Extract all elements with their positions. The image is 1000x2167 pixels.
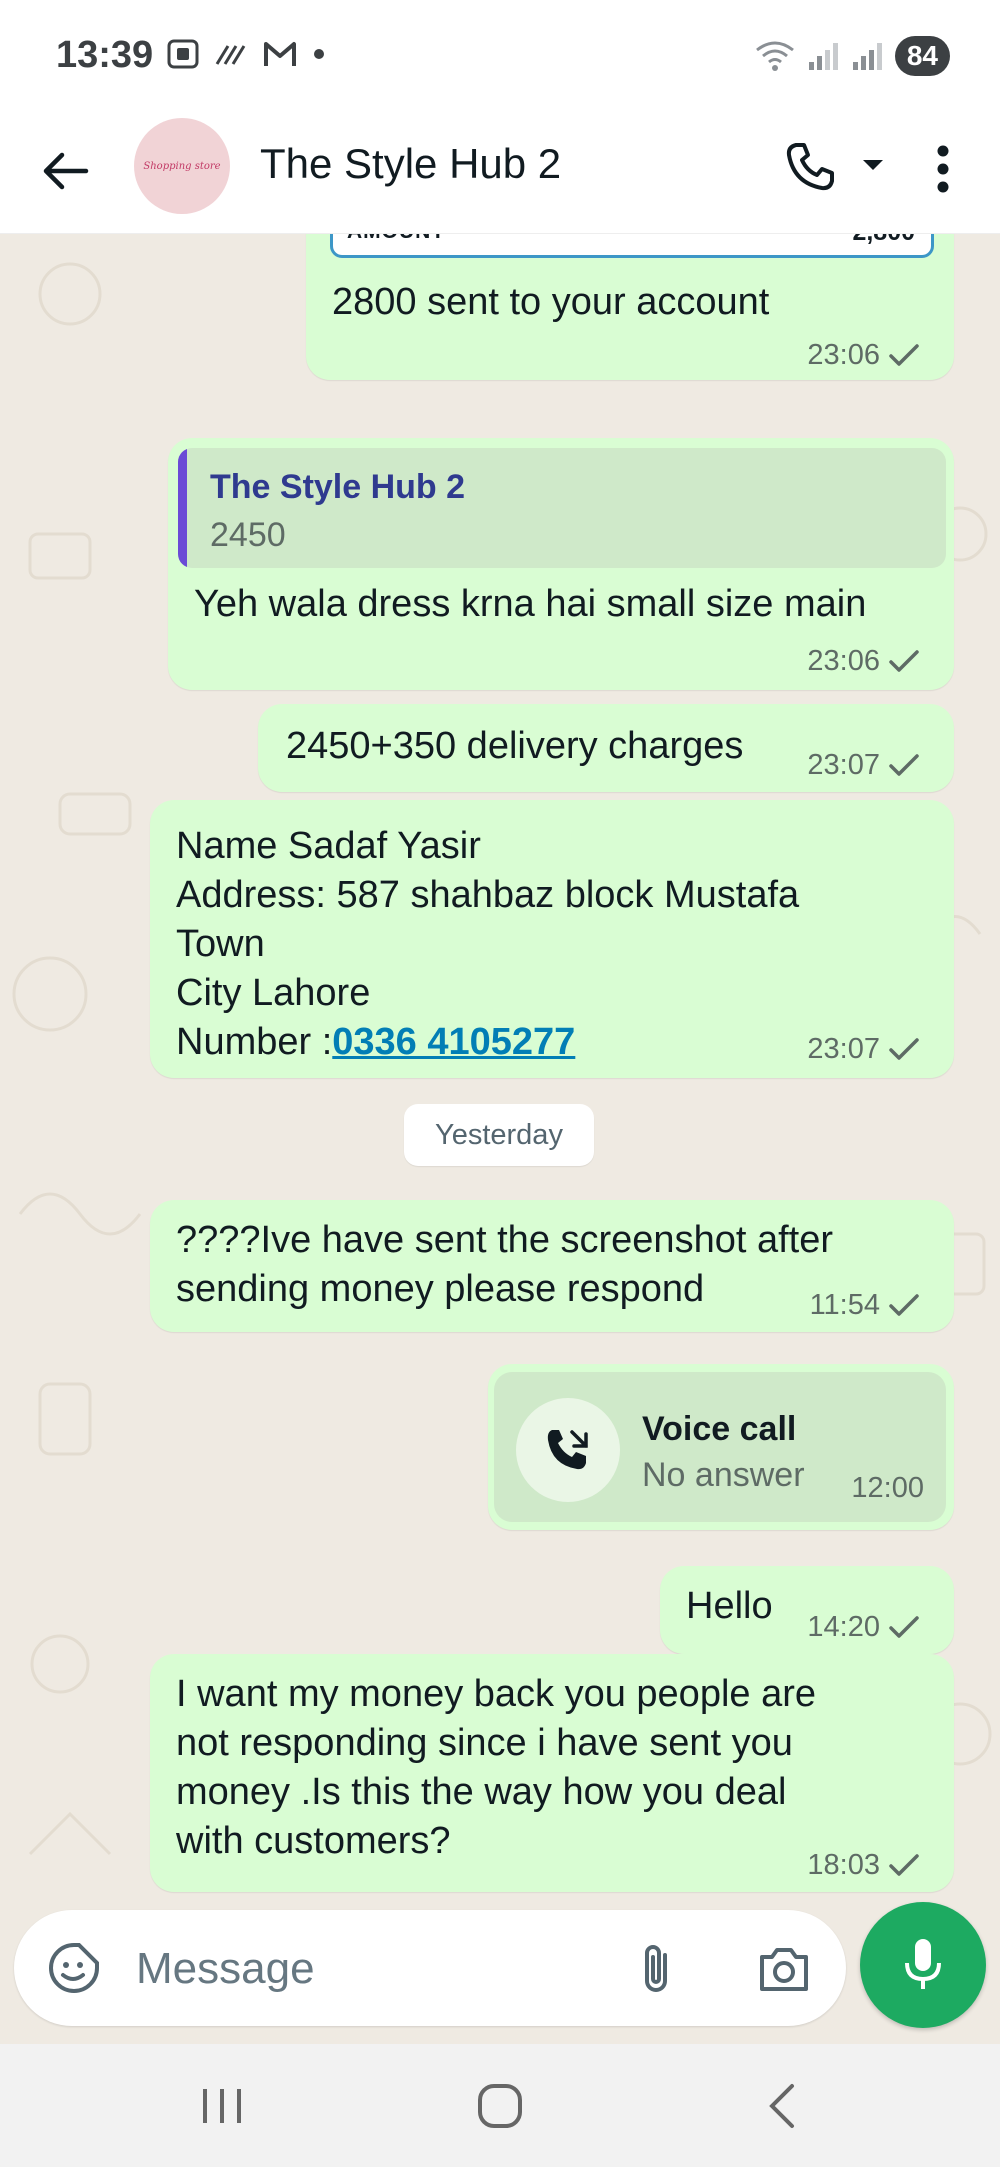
message-text: I want my money back you people are not … bbox=[176, 1673, 817, 1862]
read-check-icon bbox=[889, 1037, 919, 1060]
read-check-icon bbox=[889, 1853, 919, 1876]
date-divider: Yesterday bbox=[404, 1104, 594, 1166]
amount-label: AMOUNT bbox=[347, 234, 445, 244]
status-notification-icons bbox=[166, 38, 326, 70]
back-button[interactable] bbox=[36, 136, 96, 206]
message-input[interactable] bbox=[136, 1938, 616, 2000]
message-meta: 23:06 bbox=[807, 339, 920, 372]
signal-slash-icon bbox=[215, 45, 246, 65]
message-bubble[interactable]: I want my money back you people are not … bbox=[150, 1654, 954, 1892]
message-text: Hello bbox=[686, 1585, 773, 1627]
dropdown-icon bbox=[863, 160, 883, 170]
camera-button[interactable] bbox=[754, 1938, 814, 2000]
home-button[interactable] bbox=[460, 2074, 540, 2138]
recents-button[interactable] bbox=[182, 2074, 262, 2138]
message-meta: 23:07 bbox=[807, 749, 920, 782]
back-icon bbox=[769, 2084, 794, 2128]
wifi-icon bbox=[755, 41, 794, 71]
chat-header: Shopping store The Style Hub 2 bbox=[0, 110, 1000, 234]
system-back-button[interactable] bbox=[742, 2074, 822, 2138]
dot-icon bbox=[314, 49, 324, 59]
message-text: 2800 sent to your account bbox=[332, 281, 770, 323]
contact-avatar[interactable]: Shopping store bbox=[134, 118, 230, 214]
voice-call-card[interactable]: Voice call No answer 12:00 bbox=[494, 1372, 946, 1522]
signal-icon bbox=[852, 43, 882, 70]
message-bubble[interactable]: ????Ive have sent the screenshot after s… bbox=[150, 1200, 954, 1332]
phone-icon bbox=[786, 143, 834, 191]
battery-indicator: 84 bbox=[894, 36, 950, 76]
contact-name[interactable]: The Style Hub 2 bbox=[260, 140, 561, 188]
call-options-dropdown[interactable] bbox=[858, 150, 888, 180]
message-meta: 23:07 bbox=[807, 1033, 920, 1066]
message-text: ????Ive have sent the screenshot after s… bbox=[176, 1219, 833, 1310]
message-meta: 23:06 bbox=[807, 645, 920, 678]
quote-accent-bar bbox=[178, 448, 187, 568]
voice-call-icon-circle bbox=[516, 1398, 620, 1502]
more-vert-icon bbox=[937, 145, 949, 193]
message-bubble-address[interactable]: Name Sadaf Yasir Address: 587 shahbaz bl… bbox=[150, 800, 954, 1078]
message-composer bbox=[14, 1910, 846, 2026]
recents-icon bbox=[203, 2089, 241, 2123]
read-check-icon bbox=[889, 1615, 919, 1638]
camera-icon bbox=[760, 1948, 808, 1991]
message-time: 11:54 bbox=[809, 1289, 880, 1321]
gmail-icon bbox=[264, 42, 296, 66]
message-bubble-reply[interactable]: The Style Hub 2 2450 Yeh wala dress krna… bbox=[168, 438, 954, 690]
amount-card: AMOUNT 2,800 bbox=[330, 234, 934, 258]
message-time: 12:00 bbox=[851, 1472, 924, 1504]
message-text: 2450+350 delivery charges bbox=[286, 725, 744, 767]
chat-area[interactable]: AMOUNT 2,800 2800 sent to your account 2… bbox=[0, 234, 1000, 2044]
message-time: 23:06 bbox=[807, 339, 880, 371]
status-bar: 13:39 84 bbox=[0, 0, 1000, 110]
message-time: 23:06 bbox=[807, 645, 880, 677]
voice-call-status: No answer bbox=[642, 1456, 805, 1494]
sticker-button[interactable] bbox=[44, 1938, 104, 1998]
phone-number-link[interactable]: 0336 4105277 bbox=[332, 1021, 575, 1063]
message-text: Name Sadaf Yasir Address: 587 shahbaz bl… bbox=[176, 822, 799, 1067]
message-meta: 14:20 bbox=[807, 1611, 920, 1644]
quote-author: The Style Hub 2 bbox=[210, 468, 466, 506]
screenshot-icon bbox=[167, 39, 199, 69]
message-bubble[interactable]: 2450+350 delivery charges 23:07 bbox=[258, 704, 954, 792]
quoted-message[interactable]: The Style Hub 2 2450 bbox=[178, 448, 946, 568]
status-time: 13:39 bbox=[56, 34, 154, 76]
message-bubble-payment[interactable]: AMOUNT 2,800 2800 sent to your account 2… bbox=[306, 234, 954, 380]
mic-icon bbox=[905, 1939, 941, 1989]
quote-text: 2450 bbox=[210, 516, 286, 554]
message-bubble[interactable]: Hello 14:20 bbox=[660, 1566, 954, 1654]
message-time: 23:07 bbox=[807, 1033, 880, 1065]
read-check-icon bbox=[889, 343, 919, 366]
signal-icon bbox=[808, 43, 838, 70]
voice-record-button[interactable] bbox=[860, 1902, 986, 2028]
voice-call-title: Voice call bbox=[642, 1410, 797, 1448]
amount-value: 2,800 bbox=[852, 234, 915, 247]
home-icon bbox=[478, 2084, 522, 2128]
message-text: Yeh wala dress krna hai small size main bbox=[194, 583, 867, 625]
sticker-icon bbox=[49, 1943, 99, 1993]
message-time: 23:07 bbox=[807, 749, 880, 781]
avatar-logo-text: Shopping store bbox=[143, 160, 221, 172]
read-check-icon bbox=[889, 1293, 919, 1316]
back-arrow-icon bbox=[43, 152, 89, 190]
voice-call-button[interactable] bbox=[778, 132, 842, 202]
missed-call-icon bbox=[547, 1430, 588, 1470]
read-check-icon bbox=[889, 753, 919, 776]
attach-icon bbox=[645, 1945, 667, 1992]
message-meta: 11:54 bbox=[810, 1289, 920, 1322]
message-time: 18:03 bbox=[807, 1849, 880, 1881]
more-options-button[interactable] bbox=[918, 134, 968, 204]
message-time: 14:20 bbox=[807, 1611, 880, 1643]
message-meta: 18:03 bbox=[807, 1849, 920, 1882]
system-navigation-bar bbox=[0, 2044, 1000, 2167]
status-system-icons: 84 bbox=[753, 36, 950, 76]
read-check-icon bbox=[889, 649, 919, 672]
attach-button[interactable] bbox=[626, 1938, 686, 2000]
